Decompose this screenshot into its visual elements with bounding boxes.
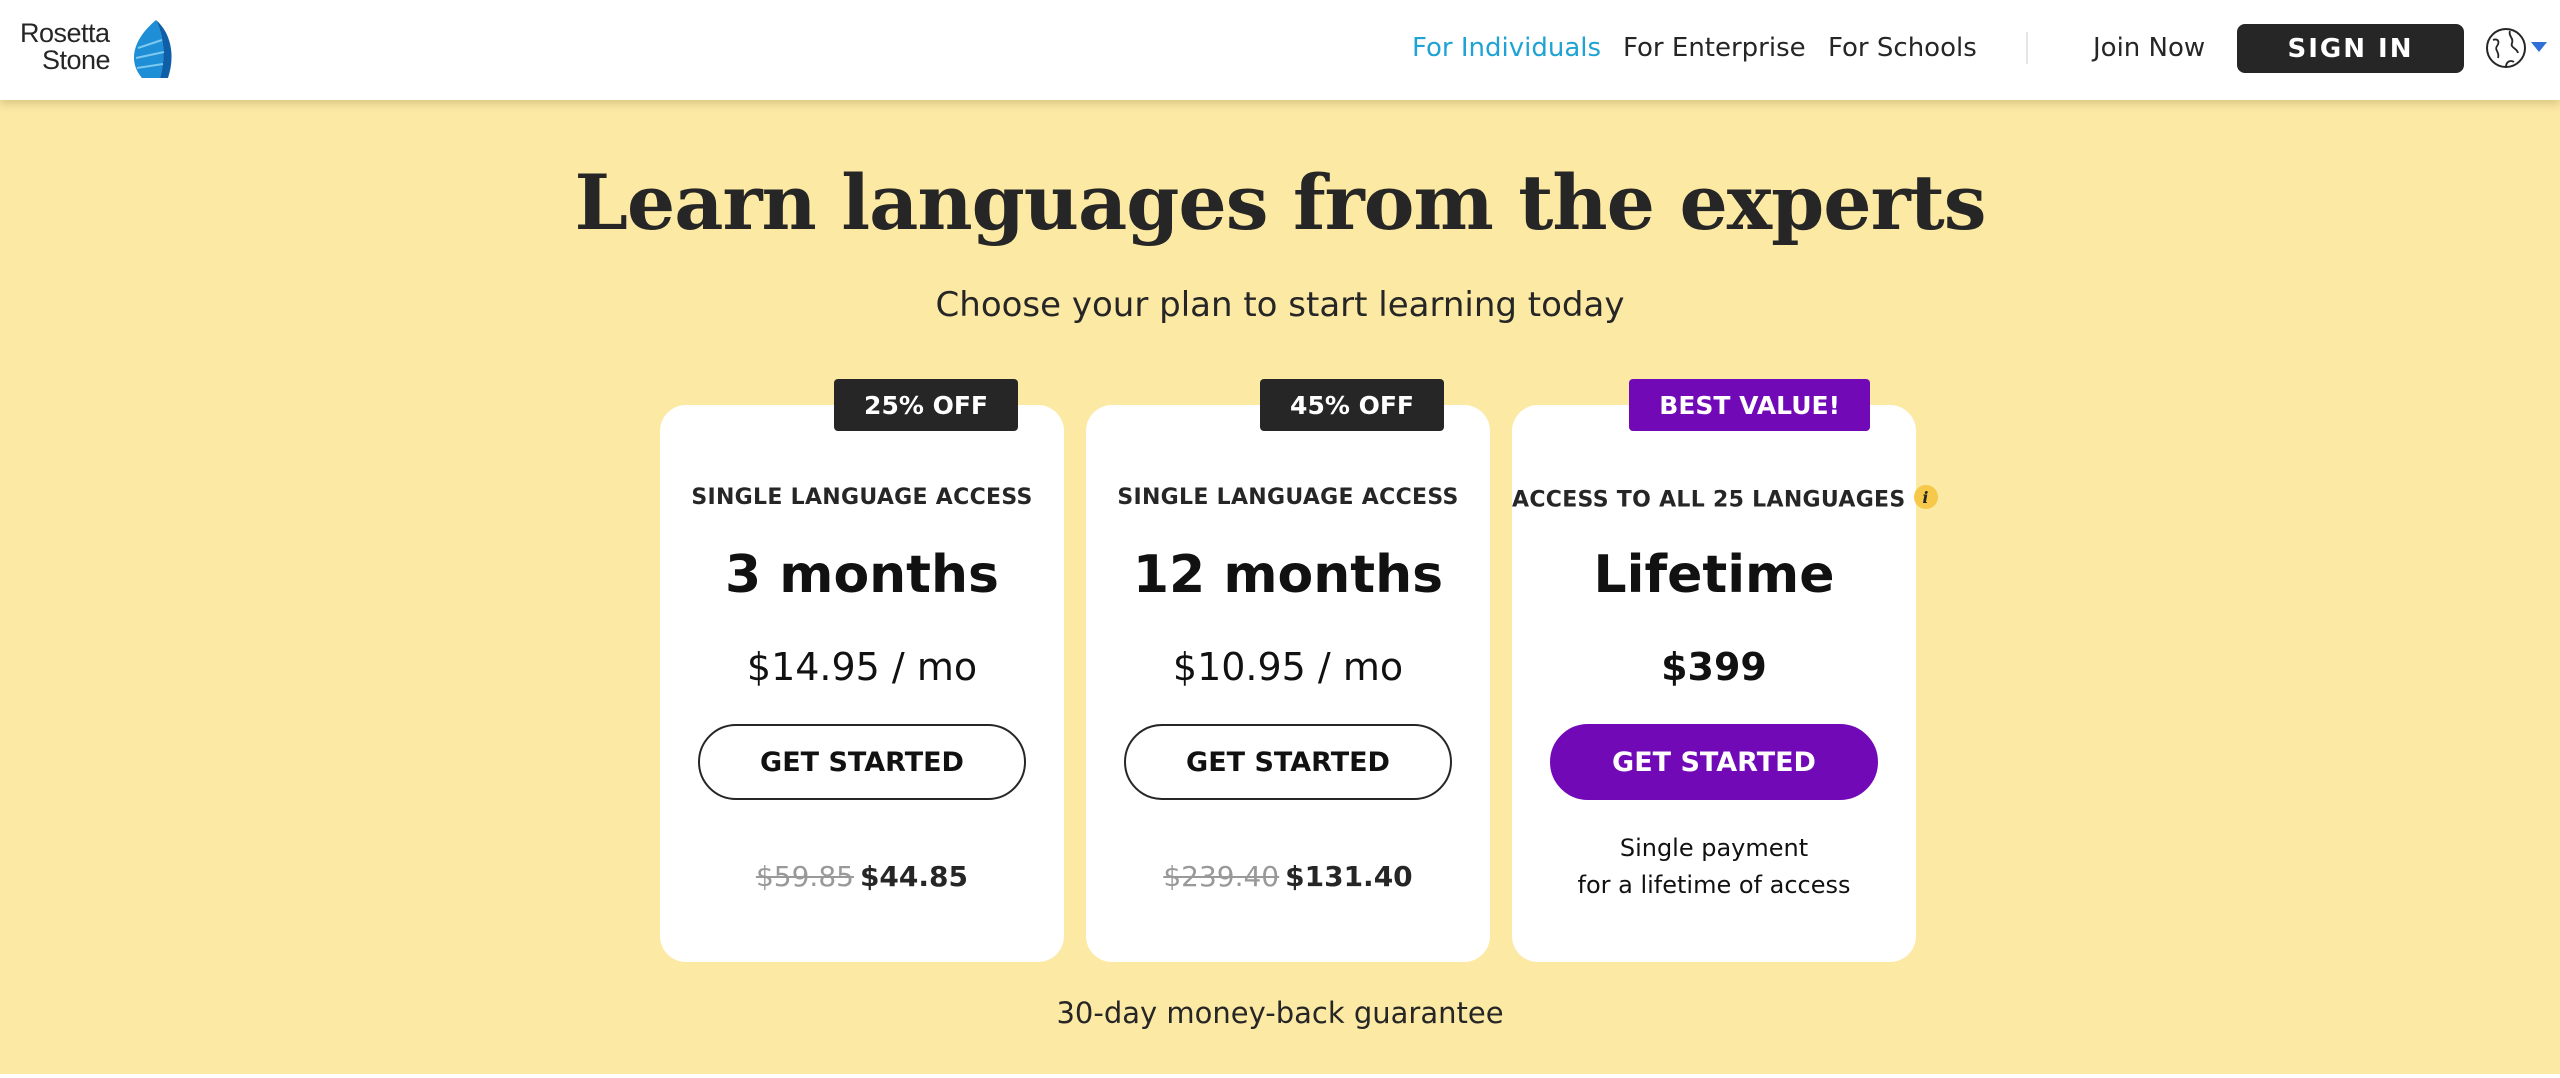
money-back-guarantee: 30-day money-back guarantee	[1056, 996, 1504, 1030]
plan-card-3-months: 25% OFF SINGLE LANGUAGE ACCESS 3 months …	[660, 379, 1064, 962]
plan-card-lifetime: BEST VALUE! ACCESS TO ALL 25 LANGUAGES i …	[1512, 379, 1938, 962]
plan-access-label: SINGLE LANGUAGE ACCESS	[1117, 485, 1459, 510]
join-now-link[interactable]: Join Now	[2093, 33, 2205, 63]
logo-line-2: Stone	[42, 45, 111, 75]
rosetta-stone-logo[interactable]: Rosetta Stone	[20, 18, 172, 82]
best-value-badge: BEST VALUE!	[1629, 379, 1870, 431]
globe-icon[interactable]	[2484, 26, 2528, 70]
plan-access-label: ACCESS TO ALL 25 LANGUAGES i	[1512, 485, 1938, 513]
discounted-price: $44.85	[859, 860, 969, 893]
discounted-price: $131.40	[1285, 860, 1413, 893]
original-price: $239.40	[1163, 860, 1280, 893]
page-title: Learn languages from the experts	[574, 158, 1986, 247]
plan-price: $10.95 / mo	[1172, 645, 1404, 689]
plan-price: $399	[1661, 645, 1767, 689]
page-bottom-edge	[0, 1074, 2560, 1078]
discount-badge: 25% OFF	[834, 379, 1018, 431]
page-subtitle: Choose your plan to start learning today	[935, 285, 1625, 325]
plan-access-text: ACCESS TO ALL 25 LANGUAGES	[1512, 487, 1906, 513]
plan-total: $59.85 $44.85	[660, 860, 1064, 893]
logo-wordmark: Rosetta Stone	[20, 18, 111, 75]
nav-for-individuals[interactable]: For Individuals	[1412, 33, 1601, 63]
plan-note: Single payment for a lifetime of access	[1512, 830, 1916, 904]
nav-for-enterprise[interactable]: For Enterprise	[1623, 33, 1806, 63]
logo-line-1: Rosetta	[20, 18, 110, 48]
sign-in-button[interactable]: SIGN IN	[2237, 24, 2464, 73]
plan-note-line-1: Single payment	[1619, 834, 1809, 862]
plan-access-label: SINGLE LANGUAGE ACCESS	[691, 485, 1033, 510]
plan-total: $239.40 $131.40	[1086, 860, 1490, 893]
chevron-down-icon[interactable]	[2531, 42, 2547, 52]
sail-logo-icon	[133, 20, 172, 78]
plan-note-line-2: for a lifetime of access	[1577, 871, 1851, 899]
top-navigation-bar: Rosetta Stone For Individuals For Enterp…	[0, 0, 2560, 100]
original-price: $59.85	[755, 860, 854, 893]
plan-price: $14.95 / mo	[746, 645, 978, 689]
plan-duration: 12 months	[1132, 545, 1444, 605]
discount-badge: 45% OFF	[1260, 379, 1444, 431]
nav-divider	[2026, 32, 2028, 64]
plan-duration: Lifetime	[1593, 545, 1835, 605]
info-icon[interactable]: i	[1913, 485, 1938, 509]
get-started-button[interactable]: GET STARTED	[698, 724, 1026, 800]
get-started-button[interactable]: GET STARTED	[1124, 724, 1452, 800]
nav-for-schools[interactable]: For Schools	[1828, 33, 1977, 63]
plan-card-12-months: 45% OFF SINGLE LANGUAGE ACCESS 12 months…	[1086, 379, 1490, 962]
get-started-button[interactable]: GET STARTED	[1550, 724, 1878, 800]
plan-duration: 3 months	[724, 545, 1000, 605]
